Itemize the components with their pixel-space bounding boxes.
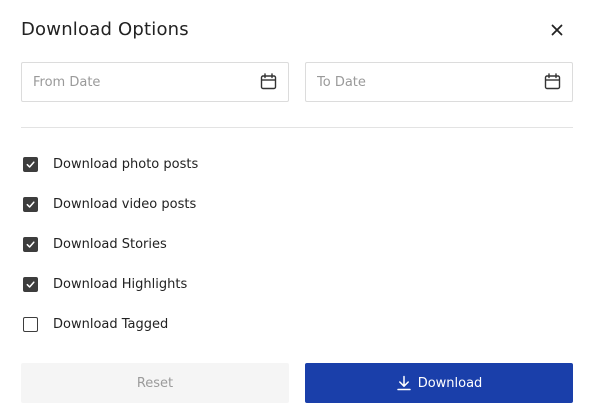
to-date-field[interactable] bbox=[305, 62, 573, 102]
photo-posts-checkbox[interactable] bbox=[23, 156, 38, 172]
divider bbox=[21, 127, 573, 128]
dialog-footer: Reset Download bbox=[21, 363, 573, 403]
from-date-input[interactable] bbox=[33, 63, 253, 101]
option-label: Download Tagged bbox=[53, 316, 169, 332]
video-posts-checkbox[interactable] bbox=[23, 196, 38, 212]
option-highlights[interactable]: Download Highlights bbox=[23, 274, 198, 294]
tagged-checkbox[interactable] bbox=[23, 316, 38, 332]
close-icon bbox=[548, 21, 566, 39]
option-label: Download Highlights bbox=[53, 276, 188, 292]
to-date-input[interactable] bbox=[317, 63, 537, 101]
calendar-icon[interactable] bbox=[544, 73, 561, 90]
download-options-dialog: Download Options From Date To Date Downl… bbox=[0, 0, 592, 419]
option-label: Download Stories bbox=[53, 236, 167, 252]
option-video-posts[interactable]: Download video posts bbox=[23, 194, 198, 214]
option-photo-posts[interactable]: Download photo posts bbox=[23, 154, 198, 174]
download-button[interactable]: Download bbox=[305, 363, 573, 403]
close-button[interactable] bbox=[548, 21, 566, 39]
option-tagged[interactable]: Download Tagged bbox=[23, 314, 198, 334]
download-options-list: Download photo posts Download video post… bbox=[23, 154, 198, 354]
download-button-label: Download bbox=[417, 375, 483, 391]
dialog-title: Download Options bbox=[21, 19, 189, 40]
download-icon bbox=[396, 375, 412, 391]
stories-checkbox[interactable] bbox=[23, 236, 38, 252]
highlights-checkbox[interactable] bbox=[23, 276, 38, 292]
date-range bbox=[21, 62, 573, 102]
reset-button[interactable]: Reset bbox=[21, 363, 289, 403]
calendar-icon[interactable] bbox=[260, 73, 277, 90]
option-label: Download photo posts bbox=[53, 156, 199, 172]
option-stories[interactable]: Download Stories bbox=[23, 234, 198, 254]
from-date-field[interactable] bbox=[21, 62, 289, 102]
option-label: Download video posts bbox=[53, 196, 197, 212]
dialog-header: Download Options bbox=[21, 17, 572, 45]
